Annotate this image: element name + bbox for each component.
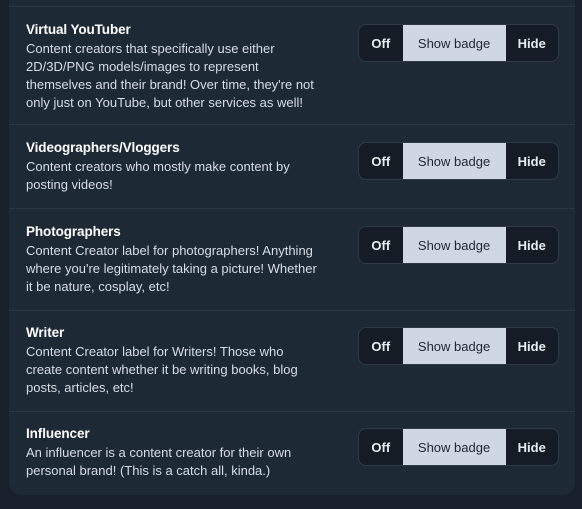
off-option[interactable]: Off	[359, 328, 403, 364]
label-description-line: only just on YouTube, but other services…	[26, 95, 304, 110]
label-description: An influencer is a content creator for t…	[26, 444, 346, 480]
label-description-line: Content creators who mostly make content…	[26, 159, 290, 174]
off-option[interactable]: Off	[359, 227, 403, 263]
show-badge-option[interactable]: Show badge	[402, 143, 506, 179]
show-badge-option[interactable]: Show badge	[402, 328, 506, 364]
label-settings-panel: Virtual YouTuber Content creators that s…	[9, 0, 575, 495]
hide-option[interactable]: Hide	[506, 429, 558, 465]
label-description-line: An influencer is a content creator for t…	[26, 445, 292, 460]
label-title: Videographers/Vloggers	[26, 140, 180, 155]
hide-option[interactable]: Hide	[506, 25, 558, 61]
label-description-line: posts, articles, etc!	[26, 380, 134, 395]
label-description: Content Creator label for Writers! Those…	[26, 343, 346, 397]
hide-option[interactable]: Hide	[506, 143, 558, 179]
hide-option[interactable]: Hide	[506, 227, 558, 263]
label-description-line: posting videos!	[26, 177, 113, 192]
label-description-line: themselves and their brand! Over time, t…	[26, 77, 314, 92]
off-option[interactable]: Off	[359, 25, 403, 61]
label-description-line: Content Creator label for Writers! Those…	[26, 344, 284, 359]
label-title: Writer	[26, 325, 65, 340]
label-title: Photographers	[26, 224, 121, 239]
label-visibility-toggle: Off Show badge Hide	[358, 226, 559, 264]
label-row-influencer: Influencer An influencer is a content cr…	[9, 411, 575, 495]
show-badge-option[interactable]: Show badge	[402, 429, 506, 465]
label-description-line: where you're legitimately taking a pictu…	[26, 261, 317, 276]
label-title: Virtual YouTuber	[26, 22, 131, 37]
label-description: Content creators that specifically use e…	[26, 40, 346, 112]
label-description-line: Content Creator label for photographers!…	[26, 243, 313, 258]
show-badge-option[interactable]: Show badge	[402, 227, 506, 263]
label-description: Content creators who mostly make content…	[26, 158, 346, 194]
label-row-videographers: Videographers/Vloggers Content creators …	[9, 124, 575, 208]
label-visibility-toggle: Off Show badge Hide	[358, 327, 559, 365]
label-row-virtual-youtuber: Virtual YouTuber Content creators that s…	[9, 6, 575, 124]
label-visibility-toggle: Off Show badge Hide	[358, 428, 559, 466]
show-badge-option[interactable]: Show badge	[402, 25, 506, 61]
label-description-line: it be nature, cosplay, etc!	[26, 279, 170, 294]
label-description-line: create content whether it be writing boo…	[26, 362, 298, 377]
label-description-line: personal brand! (This is a catch all, ki…	[26, 463, 271, 478]
label-description: Content Creator label for photographers!…	[26, 242, 346, 296]
label-visibility-toggle: Off Show badge Hide	[358, 24, 559, 62]
label-description-line: Content creators that specifically use e…	[26, 41, 275, 56]
off-option[interactable]: Off	[359, 143, 403, 179]
label-visibility-toggle: Off Show badge Hide	[358, 142, 559, 180]
label-title: Influencer	[26, 426, 90, 441]
label-description-line: 2D/3D/PNG models/images to represent	[26, 59, 259, 74]
off-option[interactable]: Off	[359, 429, 403, 465]
hide-option[interactable]: Hide	[506, 328, 558, 364]
label-row-writer: Writer Content Creator label for Writers…	[9, 310, 575, 411]
label-row-photographers: Photographers Content Creator label for …	[9, 208, 575, 310]
